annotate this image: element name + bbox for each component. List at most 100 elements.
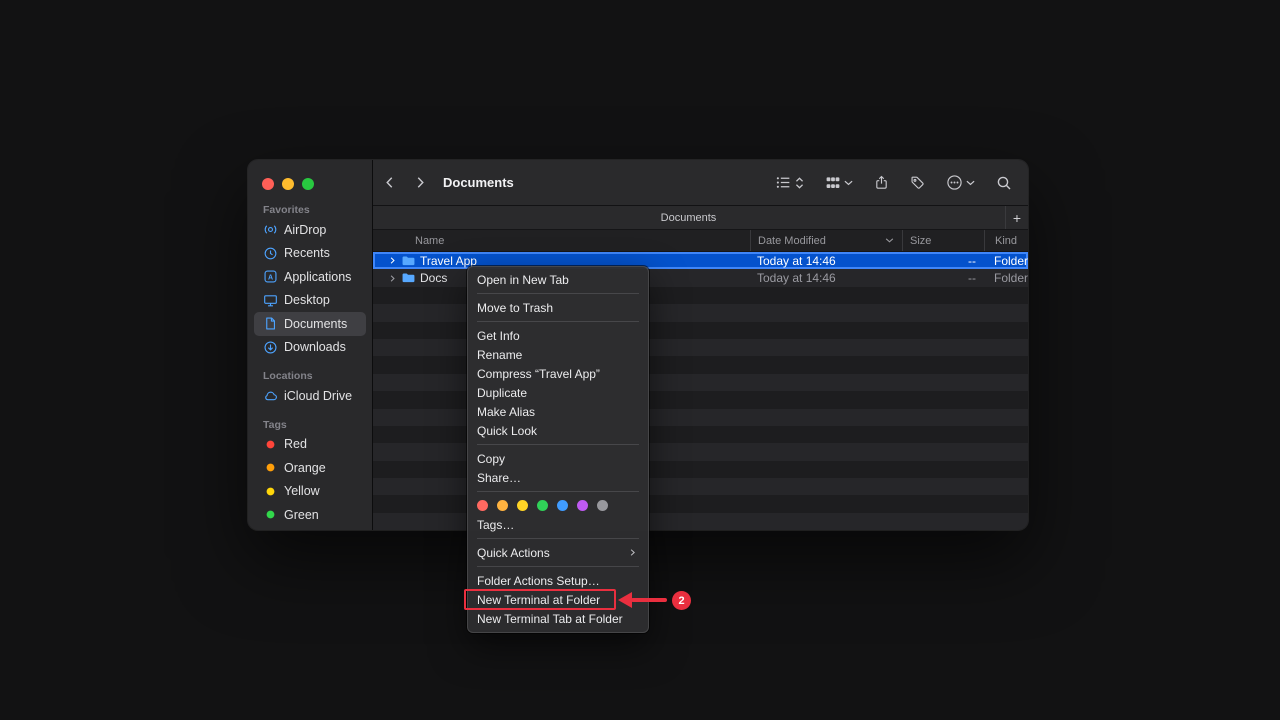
menu-item-new-terminal-tab-at-folder[interactable]: New Terminal Tab at Folder	[467, 609, 649, 628]
sidebar-item-label: AirDrop	[284, 223, 326, 237]
sidebar-item-label: Downloads	[284, 340, 346, 354]
group-by-button[interactable]	[825, 175, 853, 191]
menu-item-label: Get Info	[477, 329, 520, 343]
more-button[interactable]	[946, 174, 975, 191]
menu-item-copy[interactable]: Copy	[467, 449, 649, 468]
column-header-kind[interactable]: Kind	[984, 230, 1028, 251]
more-icon	[946, 174, 963, 191]
view-list-button[interactable]	[775, 174, 804, 191]
menu-item-quick-look[interactable]: Quick Look	[467, 421, 649, 440]
downloads-icon	[262, 339, 278, 355]
menu-item-compress-travel-app[interactable]: Compress “Travel App”	[467, 364, 649, 383]
window-title: Documents	[443, 175, 514, 190]
arrow-head-icon	[618, 592, 632, 608]
file-date-modified: Today at 14:46	[750, 269, 902, 286]
file-kind: Folder	[984, 269, 1028, 286]
menu-item-label: Copy	[477, 452, 505, 466]
tag-color-dot[interactable]	[537, 500, 548, 511]
tag-dot-icon	[262, 460, 278, 476]
tag-color-dot[interactable]	[517, 500, 528, 511]
sidebar-section-label-favorites: Favorites	[263, 204, 366, 216]
column-header-label: Size	[910, 235, 931, 247]
sidebar-item-green[interactable]: Green	[254, 503, 366, 527]
tab-documents[interactable]: Documents	[373, 212, 1004, 224]
forward-icon	[413, 174, 427, 191]
cloud-icon	[262, 388, 278, 404]
folder-icon	[401, 254, 416, 268]
tag-color-row	[467, 496, 649, 515]
column-header-size[interactable]: Size	[902, 230, 984, 251]
file-date-modified: Today at 14:46	[750, 252, 902, 269]
file-name: Docs	[420, 271, 447, 285]
back-button[interactable]	[383, 174, 397, 191]
sidebar-item-label: Green	[284, 508, 319, 522]
menu-item-get-info[interactable]: Get Info	[467, 326, 649, 345]
menu-item-label: Tags…	[477, 518, 514, 532]
menu-item-duplicate[interactable]: Duplicate	[467, 383, 649, 402]
menu-item-label: Folder Actions Setup…	[477, 574, 600, 588]
toolbar: Documents	[373, 160, 1028, 206]
disclosure-chevron-icon[interactable]	[388, 256, 397, 265]
menu-item-open-in-new-tab[interactable]: Open in New Tab	[467, 270, 649, 289]
menu-item-label: Share…	[477, 471, 521, 485]
sort-chevron-icon	[885, 238, 894, 243]
sidebar-item-airdrop[interactable]: AirDrop	[254, 218, 366, 242]
menu-item-move-to-trash[interactable]: Move to Trash	[467, 298, 649, 317]
sidebar-item-label: Desktop	[284, 293, 330, 307]
sidebar-item-desktop[interactable]: Desktop	[254, 289, 366, 313]
tag-color-dot[interactable]	[597, 500, 608, 511]
menu-item-label: Compress “Travel App”	[477, 367, 600, 381]
menu-item-label: Quick Actions	[477, 546, 550, 560]
menu-item-folder-actions-setup[interactable]: Folder Actions Setup…	[467, 571, 649, 590]
svg-text:A: A	[267, 275, 272, 282]
sidebar-item-documents[interactable]: Documents	[254, 312, 366, 336]
sidebar-item-applications[interactable]: AApplications	[254, 265, 366, 289]
new-tab-button[interactable]: +	[1005, 206, 1028, 229]
close-button[interactable]	[262, 178, 274, 190]
forward-button[interactable]	[413, 174, 427, 191]
step-badge: 2	[672, 591, 691, 610]
menu-separator	[477, 444, 639, 445]
menu-item-tags[interactable]: Tags…	[467, 515, 649, 534]
tag-button[interactable]	[910, 175, 925, 190]
menu-item-label: Quick Look	[477, 424, 537, 438]
back-icon	[383, 174, 397, 191]
toolbar-actions	[775, 174, 1012, 191]
sidebar-item-red[interactable]: Red	[254, 433, 366, 457]
menu-separator	[477, 566, 639, 567]
disclosure-chevron-icon[interactable]	[388, 274, 397, 283]
menu-item-label: Open in New Tab	[477, 273, 569, 287]
file-name: Travel App	[420, 254, 477, 268]
column-header-row: Name Date Modified Size Kind	[373, 230, 1028, 252]
column-header-date-modified[interactable]: Date Modified	[750, 230, 902, 251]
tag-dot-icon	[262, 436, 278, 452]
tag-color-dot[interactable]	[477, 500, 488, 511]
sidebar: Favorites AirDrop RecentsAApplications Desk…	[248, 160, 373, 530]
zoom-button[interactable]	[302, 178, 314, 190]
tag-dot-icon	[262, 483, 278, 499]
menu-item-rename[interactable]: Rename	[467, 345, 649, 364]
menu-separator	[477, 538, 639, 539]
sidebar-item-icloud-drive[interactable]: iCloud Drive	[254, 384, 366, 408]
menu-item-share[interactable]: Share…	[467, 468, 649, 487]
recents-icon	[262, 245, 278, 261]
sidebar-item-yellow[interactable]: Yellow	[254, 480, 366, 504]
column-header-label: Name	[415, 235, 444, 247]
menu-item-make-alias[interactable]: Make Alias	[467, 402, 649, 421]
menu-item-quick-actions[interactable]: Quick Actions	[467, 543, 649, 562]
minimize-button[interactable]	[282, 178, 294, 190]
column-header-label: Kind	[995, 235, 1017, 247]
share-button[interactable]	[874, 174, 889, 191]
tag-color-dot[interactable]	[497, 500, 508, 511]
column-header-name[interactable]: Name	[373, 230, 750, 251]
sidebar-item-label: Yellow	[284, 484, 320, 498]
sidebar-item-orange[interactable]: Orange	[254, 456, 366, 480]
tag-color-dot[interactable]	[557, 500, 568, 511]
search-button[interactable]	[996, 175, 1012, 191]
tag-dot-icon	[262, 507, 278, 523]
menu-item-label: Move to Trash	[477, 301, 553, 315]
sidebar-item-downloads[interactable]: Downloads	[254, 336, 366, 360]
tag-icon	[910, 175, 925, 190]
tag-color-dot[interactable]	[577, 500, 588, 511]
sidebar-item-recents[interactable]: Recents	[254, 242, 366, 266]
